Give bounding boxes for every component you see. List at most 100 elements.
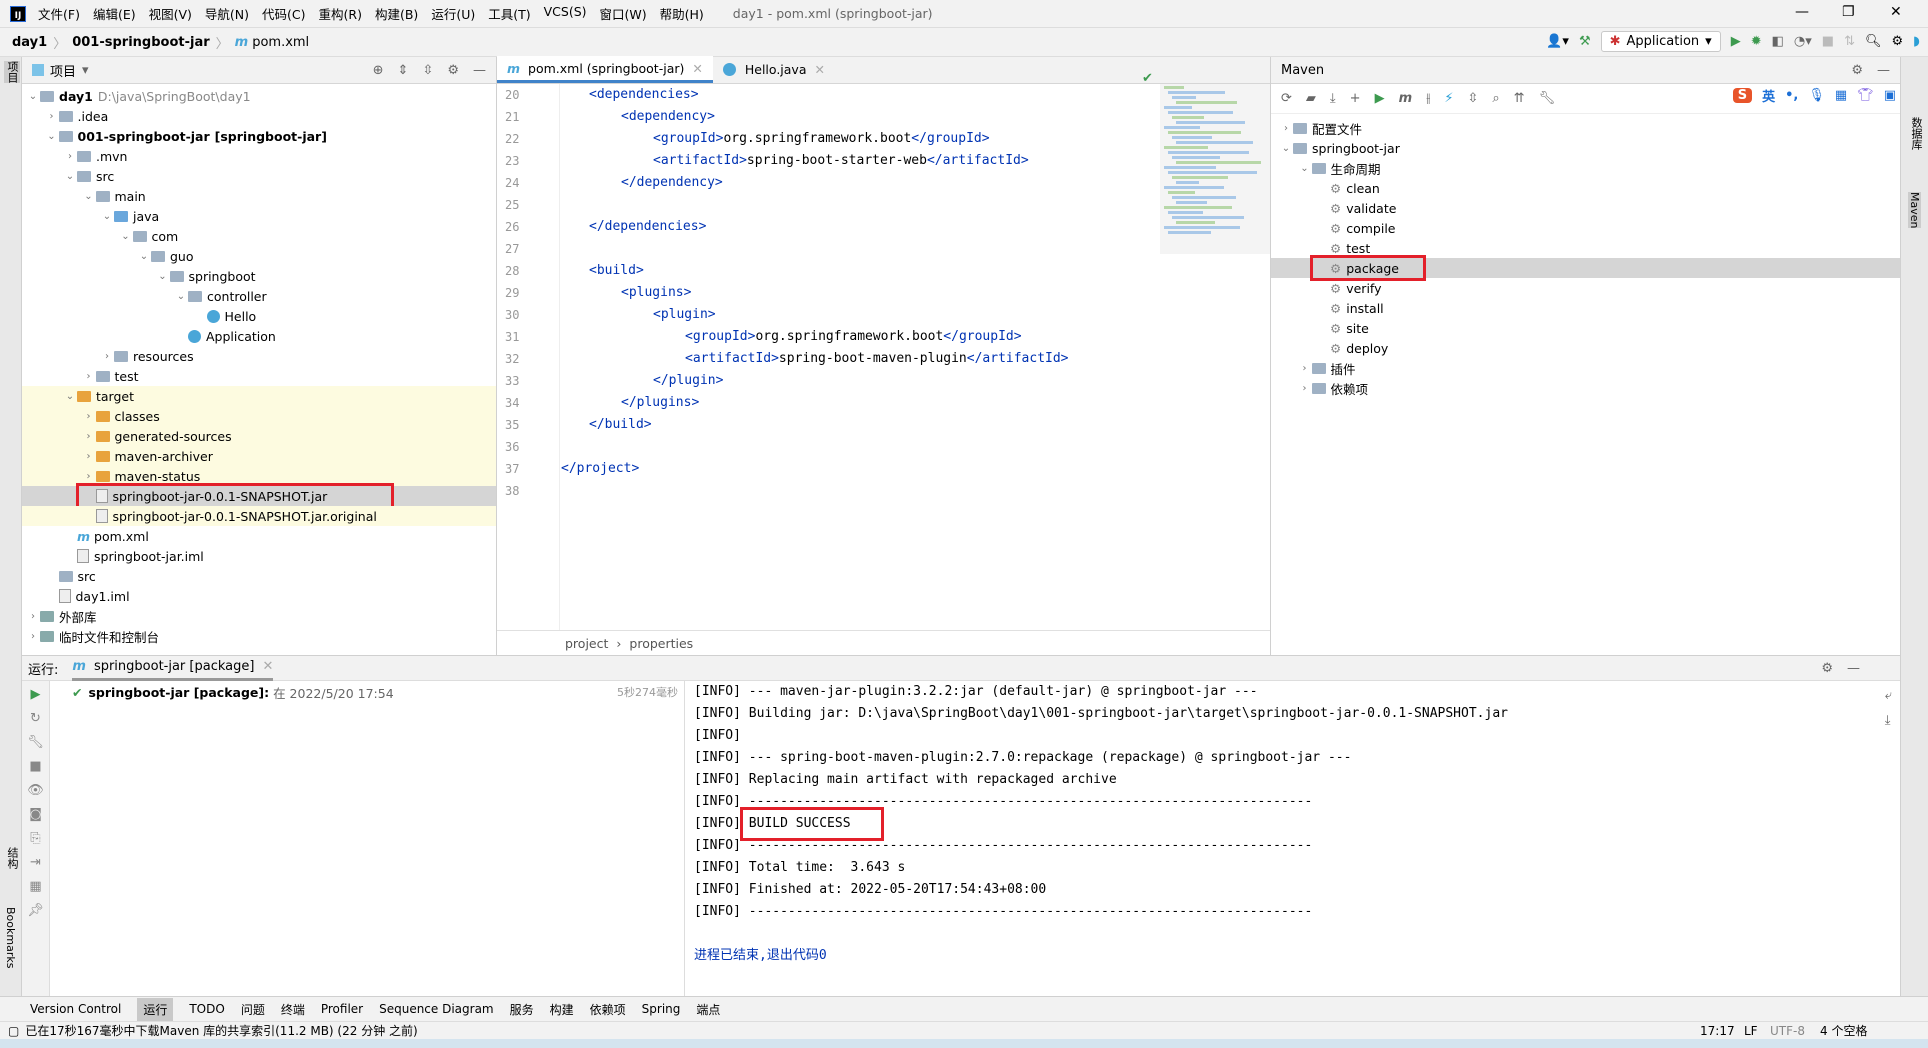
chevron-down-icon[interactable]: ⌄ bbox=[1279, 143, 1293, 154]
tree-item[interactable]: › .idea bbox=[22, 106, 496, 126]
collapse-icon[interactable]: ⇳ bbox=[1467, 91, 1478, 106]
chevron-down-icon[interactable]: ⌄ bbox=[137, 251, 151, 262]
tool-window-button[interactable]: Spring bbox=[642, 1002, 681, 1016]
toolbox-icon[interactable]: ▣ bbox=[1884, 88, 1896, 103]
status-toggle-icon[interactable]: ▢ bbox=[8, 1024, 19, 1038]
chevron-down-icon[interactable]: ⌄ bbox=[174, 291, 188, 302]
skip-tests-icon[interactable]: ⚡ bbox=[1444, 91, 1453, 106]
execute-goal-icon[interactable]: m bbox=[1399, 91, 1413, 106]
chevron-down-icon[interactable]: ⌄ bbox=[100, 211, 114, 222]
chevron-down-icon[interactable]: ⌄ bbox=[63, 171, 77, 182]
gear-icon[interactable]: ⚙ bbox=[447, 63, 459, 78]
hide-icon[interactable]: — bbox=[1877, 63, 1890, 78]
maven-item[interactable]: › 配置文件 bbox=[1271, 118, 1900, 138]
minimize-button[interactable]: — bbox=[1795, 4, 1809, 20]
chevron-down-icon[interactable]: ⌄ bbox=[119, 231, 133, 242]
tool-window-button[interactable]: 终端 bbox=[281, 1001, 305, 1018]
menu-item[interactable]: 工具(T) bbox=[488, 4, 530, 23]
tree-item[interactable]: ⌄ target bbox=[22, 386, 496, 406]
maven-item[interactable]: ⚙ deploy bbox=[1271, 338, 1900, 358]
tree-item[interactable]: › 外部库 bbox=[22, 606, 496, 626]
skin-icon[interactable]: 👕︎ bbox=[1857, 88, 1874, 103]
tree-item[interactable]: ⌄ 001-springboot-jar [springboot-jar] bbox=[22, 126, 496, 146]
tool-window-button[interactable]: 问题 bbox=[241, 1001, 265, 1018]
pin-icon[interactable]: 📌︎ bbox=[27, 903, 44, 918]
menu-item[interactable]: 运行(U) bbox=[431, 4, 475, 23]
expand-all-icon[interactable]: ⇕ bbox=[398, 63, 409, 78]
hide-icon[interactable]: — bbox=[473, 63, 486, 78]
maven-item[interactable]: ⌄ springboot-jar bbox=[1271, 138, 1900, 158]
tree-item[interactable]: ⌄ guo bbox=[22, 246, 496, 266]
menu-item[interactable]: 窗口(W) bbox=[600, 4, 647, 23]
bookmarks-tool-button[interactable]: Bookmarks bbox=[4, 907, 17, 968]
restore-button[interactable]: ❐ bbox=[1842, 4, 1855, 20]
maven-item[interactable]: › 插件 bbox=[1271, 358, 1900, 378]
tree-item[interactable]: › generated-sources bbox=[22, 426, 496, 446]
close-tab-icon[interactable]: ✕ bbox=[262, 659, 273, 674]
tree-item[interactable]: ⌄ day1 D:\java\SpringBoot\day1 bbox=[22, 86, 496, 106]
tree-item[interactable]: springboot-jar-0.0.1-SNAPSHOT.jar bbox=[22, 483, 496, 509]
tree-item[interactable]: › maven-archiver bbox=[22, 446, 496, 466]
gear-icon[interactable]: ⚙ bbox=[1851, 63, 1863, 78]
tool-window-button[interactable]: 依赖项 bbox=[590, 1001, 626, 1018]
download-icon[interactable]: ⤓ bbox=[1330, 91, 1336, 106]
chevron-right-icon[interactable]: › bbox=[45, 111, 59, 122]
restore-icon[interactable]: ⎘ bbox=[30, 831, 40, 846]
tree-item[interactable]: › 临时文件和控制台 bbox=[22, 626, 496, 646]
add-icon[interactable]: + bbox=[1350, 91, 1361, 106]
maven-item[interactable]: ⌄ 生命周期 bbox=[1271, 158, 1900, 178]
menu-item[interactable]: 代码(C) bbox=[262, 4, 305, 23]
chevron-right-icon[interactable]: › bbox=[82, 371, 96, 382]
tool-window-button[interactable]: 构建 bbox=[550, 1001, 574, 1018]
database-tool-button[interactable]: 数据库 bbox=[1908, 117, 1924, 150]
chevron-down-icon[interactable]: ⌄ bbox=[156, 271, 170, 282]
chevron-right-icon[interactable]: › bbox=[1279, 123, 1293, 134]
tree-item[interactable]: src bbox=[22, 566, 496, 586]
tree-item[interactable]: ⌄ com bbox=[22, 226, 496, 246]
project-view-selector[interactable]: 项目 bbox=[50, 61, 76, 80]
chevron-down-icon[interactable]: ⌄ bbox=[26, 91, 40, 102]
tree-item[interactable]: › classes bbox=[22, 406, 496, 426]
tool-window-button[interactable]: Version Control bbox=[30, 1002, 121, 1016]
crumb-project[interactable]: project bbox=[565, 636, 608, 651]
maven-item[interactable]: ⚙ verify bbox=[1271, 278, 1900, 298]
show-deps-icon[interactable]: ⇈ bbox=[1514, 91, 1525, 106]
tree-item[interactable]: ⌄ java bbox=[22, 206, 496, 226]
tree-item[interactable]: › test bbox=[22, 366, 496, 386]
tree-item[interactable]: ⌄ main bbox=[22, 186, 496, 206]
rerun-icon[interactable]: ▶ bbox=[31, 687, 41, 702]
hide-icon[interactable]: — bbox=[1847, 661, 1860, 676]
ime-punct[interactable]: •, bbox=[1785, 88, 1798, 103]
menu-item[interactable]: 文件(F) bbox=[38, 4, 80, 23]
user-icon[interactable]: 👤▾ bbox=[1546, 34, 1569, 49]
coverage-icon[interactable]: ◧ bbox=[1772, 34, 1784, 49]
maven-item[interactable]: ⚙ install bbox=[1271, 298, 1900, 318]
chevron-down-icon[interactable]: ⌄ bbox=[82, 191, 96, 202]
tool-window-button[interactable]: Sequence Diagram bbox=[379, 1002, 494, 1016]
plugin-logo-icon[interactable]: ◗ bbox=[1913, 34, 1920, 49]
structure-tool-button[interactable]: 结构 bbox=[4, 847, 20, 869]
editor-tab[interactable]: m pom.xml (springboot-jar) ✕ bbox=[497, 56, 713, 83]
build-hammer-icon[interactable]: ⚒ bbox=[1579, 34, 1591, 49]
reload-icon[interactable]: ⟳ bbox=[1281, 91, 1292, 106]
menu-item[interactable]: 导航(N) bbox=[205, 4, 249, 23]
crumb-properties[interactable]: properties bbox=[629, 636, 693, 651]
editor-tab[interactable]: Hello.java ✕ bbox=[713, 56, 835, 83]
tree-item[interactable]: m pom.xml bbox=[22, 526, 496, 546]
gear-icon[interactable]: ⚙ bbox=[1821, 661, 1833, 676]
keyboard-icon[interactable]: ▦ bbox=[1835, 88, 1847, 103]
run-tree-item[interactable]: ✔ springboot-jar [package]: 在 2022/5/20 … bbox=[50, 681, 684, 703]
search-icon[interactable]: 🔍︎ bbox=[1865, 34, 1882, 49]
menu-item[interactable]: 编辑(E) bbox=[93, 4, 136, 23]
chevron-right-icon[interactable]: › bbox=[1298, 363, 1312, 374]
menu-item[interactable]: 重构(R) bbox=[319, 4, 362, 23]
tree-item[interactable]: ⌄ springboot bbox=[22, 266, 496, 286]
chevron-down-icon[interactable]: ⌄ bbox=[63, 391, 77, 402]
console-output[interactable]: [INFO] --- maven-jar-plugin:3.2.2:jar (d… bbox=[694, 681, 1884, 997]
stop-icon[interactable]: ■ bbox=[1822, 34, 1834, 49]
generate-sources-icon[interactable]: ▰ bbox=[1306, 91, 1316, 106]
tree-item[interactable]: ⌄ controller bbox=[22, 286, 496, 306]
close-button[interactable]: ✕ bbox=[1890, 4, 1902, 20]
tool-window-button[interactable]: 运行 bbox=[137, 997, 174, 1021]
chevron-down-icon[interactable]: ⌄ bbox=[45, 131, 59, 142]
